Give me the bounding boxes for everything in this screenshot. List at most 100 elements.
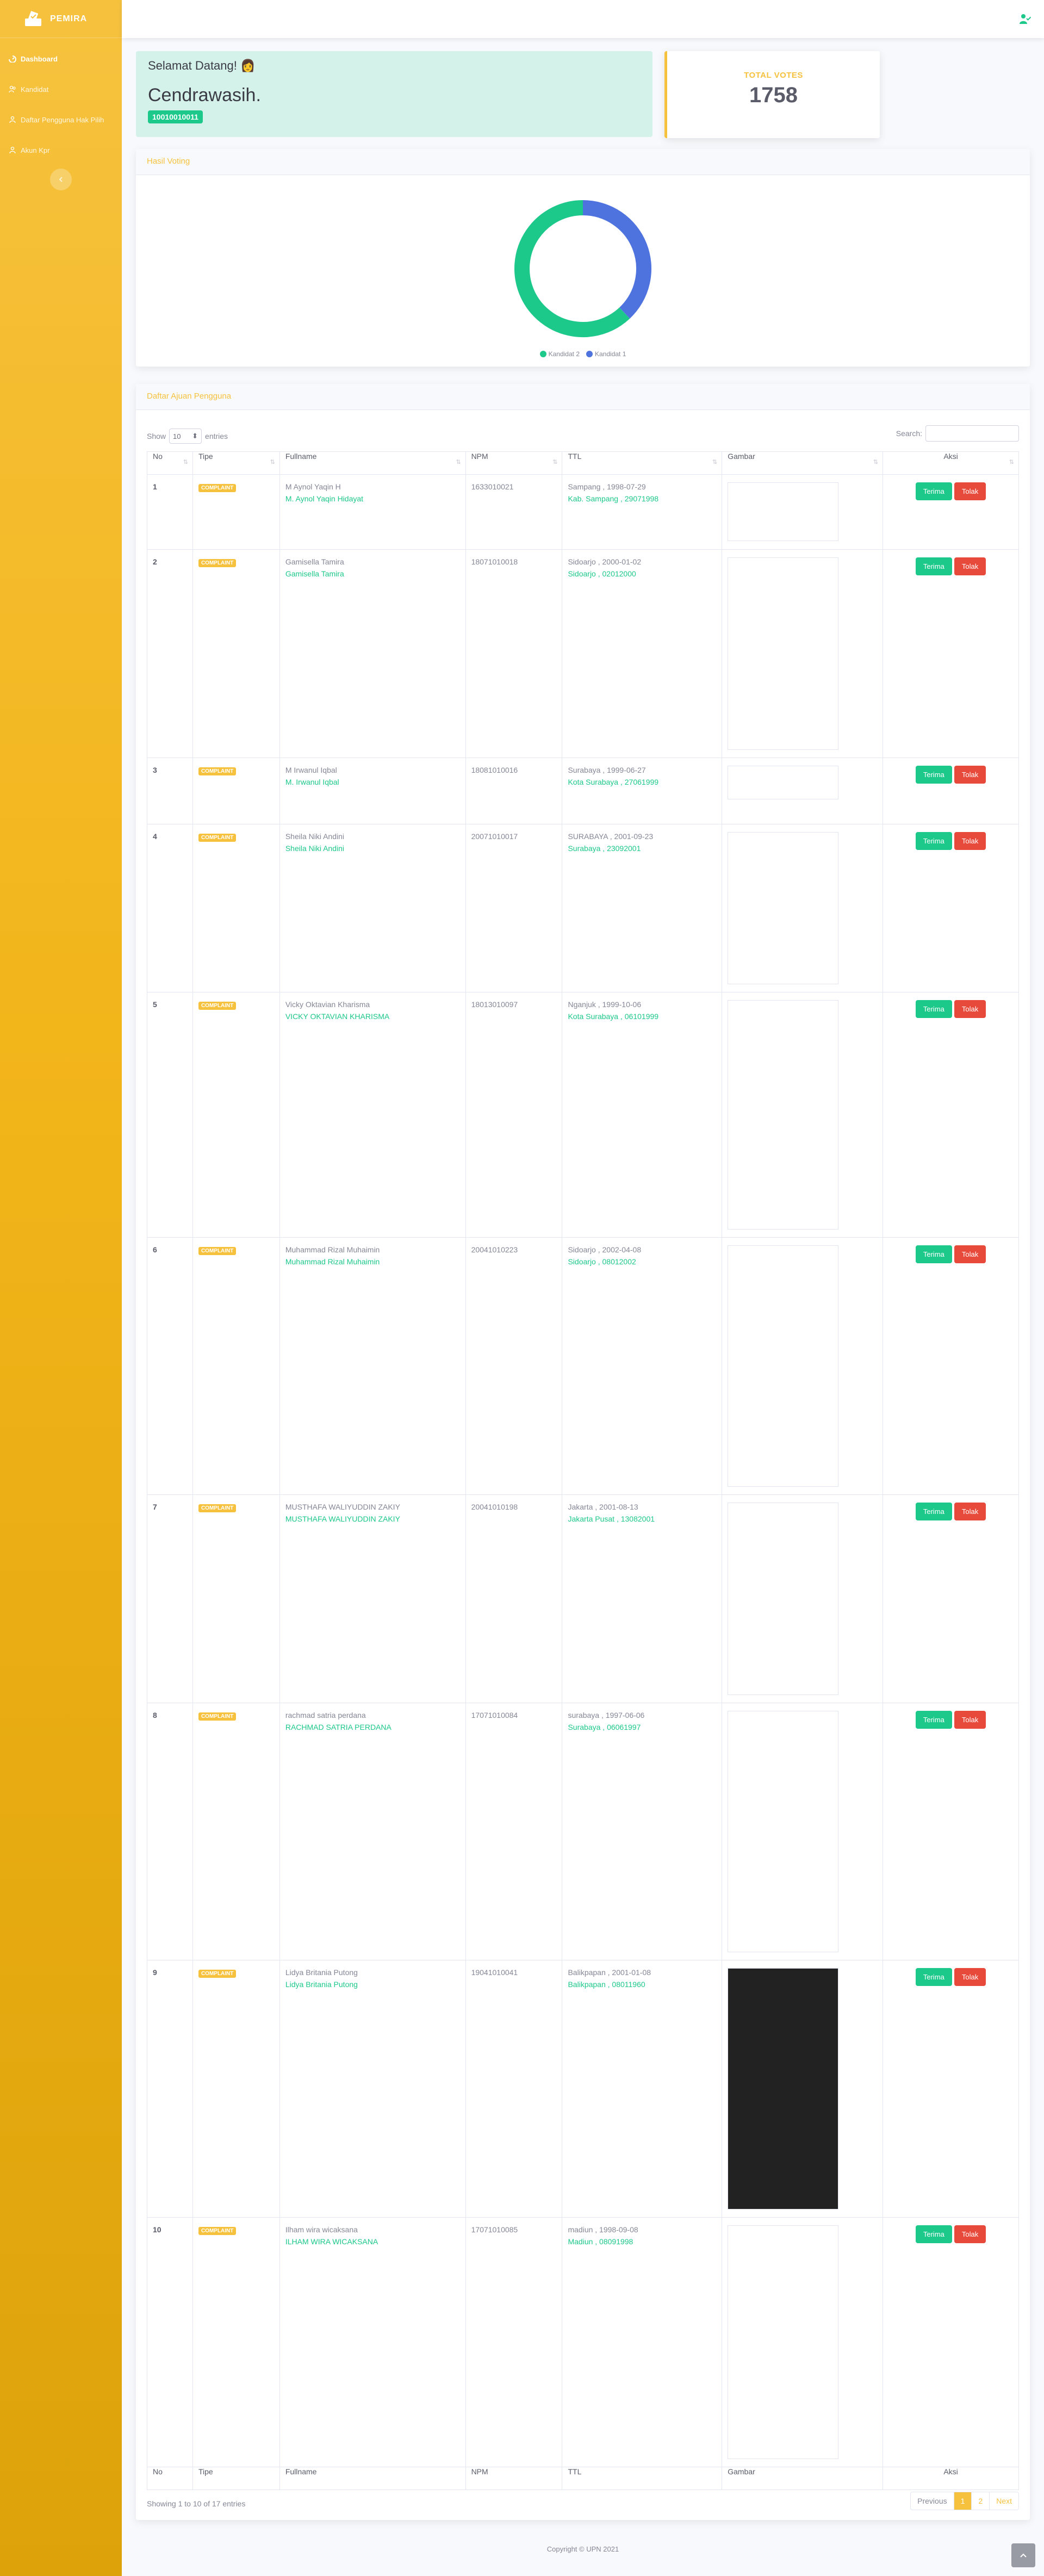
accept-button[interactable]: Terima — [915, 1503, 952, 1520]
column-footer-ttl: TTL — [562, 2467, 723, 2490]
cell-npm: 20041010223 — [465, 1237, 563, 1495]
accept-button[interactable]: Terima — [915, 1245, 952, 1263]
legend-item[interactable]: Kandidat 2 — [539, 350, 580, 358]
column-header-ttl[interactable]: TTL ⇅ — [562, 451, 723, 475]
accept-button[interactable]: Terima — [915, 766, 952, 784]
proof-image[interactable] — [728, 482, 839, 541]
reject-button[interactable]: Tolak — [954, 766, 986, 784]
proof-image[interactable] — [728, 557, 839, 750]
cell-gambar — [722, 2217, 884, 2467]
cell-no: 3 — [147, 758, 193, 824]
cell-fullname: Vicky Oktavian Kharisma VICKY OKTAVIAN KH… — [279, 992, 466, 1238]
pagination-page-2[interactable]: 2 — [972, 2492, 990, 2510]
column-footer-tipe: Tipe — [192, 2467, 280, 2490]
column-header-gambar[interactable]: Gambar ⇅ — [722, 451, 884, 475]
column-footer-no: No — [147, 2467, 193, 2490]
reject-button[interactable]: Tolak — [954, 557, 986, 575]
sidebar-item-daftar-pengguna[interactable]: Daftar Pengguna Hak Pilih — [0, 104, 122, 135]
cell-type: COMPLAINT — [192, 2217, 280, 2467]
total-votes-card: TOTAL VOTES 1758 — [664, 51, 880, 138]
proof-image[interactable] — [728, 1711, 839, 1952]
ttl-reference: Surabaya , 06061997 — [568, 1723, 641, 1731]
type-badge: COMPLAINT — [198, 559, 237, 567]
column-header-npm[interactable]: NPM ⇅ — [465, 451, 563, 475]
cell-ttl: madiun , 1998-09-08 Madiun , 08091998 — [562, 2217, 723, 2467]
user-check-icon[interactable] — [1019, 13, 1031, 25]
column-header-tipe[interactable]: Tipe ⇅ — [192, 451, 280, 475]
cell-npm: 18071010018 — [465, 549, 563, 758]
pagination-previous[interactable]: Previous — [911, 2492, 954, 2510]
accept-button[interactable]: Terima — [915, 1711, 952, 1729]
proof-image[interactable] — [728, 1245, 839, 1487]
legend-item[interactable]: Kandidat 1 — [586, 350, 626, 358]
cell-fullname: M Irwanul Iqbal M. Irwanul Iqbal — [279, 758, 466, 824]
cell-aksi: Terima Tolak — [883, 1960, 1019, 2218]
accept-button[interactable]: Terima — [915, 2225, 952, 2243]
cell-type: COMPLAINT — [192, 992, 280, 1238]
column-header-fullname[interactable]: Fullname ⇅ — [279, 451, 466, 475]
search-input[interactable] — [925, 425, 1019, 442]
pagination-page-1[interactable]: 1 — [954, 2492, 972, 2510]
sidebar-toggle-button[interactable] — [50, 169, 72, 190]
donut-slice-kandidat-1[interactable] — [582, 200, 651, 319]
column-footer-fullname: Fullname — [279, 2467, 466, 2490]
cell-ttl: SURABAYA , 2001-09-23 Surabaya , 23092001 — [562, 824, 723, 992]
sidebar-item-akun[interactable]: Akun Kpr — [0, 135, 122, 165]
pagination-next[interactable]: Next — [990, 2492, 1018, 2510]
cell-ttl: Sidoarjo , 2002-04-08 Sidoarjo , 08012002 — [562, 1237, 723, 1495]
accept-button[interactable]: Terima — [915, 1968, 952, 1986]
user-icon — [9, 146, 16, 154]
sidebar-item-kandidat[interactable]: Kandidat — [0, 74, 122, 104]
cell-aksi: Terima Tolak — [883, 549, 1019, 758]
reject-button[interactable]: Tolak — [954, 1503, 986, 1520]
cell-aksi: Terima Tolak — [883, 992, 1019, 1238]
brand[interactable]: PEMIRA — [0, 0, 122, 38]
fullname-reference: M. Irwanul Iqbal — [285, 778, 339, 786]
column-header-aksi[interactable]: Aksi ⇅ — [883, 451, 1019, 475]
scroll-to-top-button[interactable] — [1011, 2543, 1035, 2567]
proof-image[interactable] — [728, 766, 839, 799]
proof-image[interactable] — [728, 1968, 839, 2209]
accept-button[interactable]: Terima — [915, 482, 952, 500]
cell-ttl: Jakarta , 2001-08-13 Jakarta Pusat , 1308… — [562, 1494, 723, 1703]
cell-ttl: Surabaya , 1999-06-27 Kota Surabaya , 270… — [562, 758, 723, 824]
welcome-greeting: Selamat Datang! 👩 — [148, 59, 256, 72]
table-row: 5 COMPLAINT Vicky Oktavian Kharisma VICKY… — [147, 992, 1019, 1238]
reject-button[interactable]: Tolak — [954, 482, 986, 500]
proof-image[interactable] — [728, 1503, 839, 1695]
cell-type: COMPLAINT — [192, 758, 280, 824]
search-label: Search: — [896, 429, 922, 438]
proof-image[interactable] — [728, 832, 839, 984]
table-row: 7 COMPLAINT MUSTHAFA WALIYUDDIN ZAKIY MUS… — [147, 1494, 1019, 1703]
cell-fullname: Muhammad Rizal Muhaimin Muhammad Rizal Mu… — [279, 1237, 466, 1495]
proof-image[interactable] — [728, 2225, 839, 2459]
page-length-value: 10 — [173, 432, 181, 440]
cell-fullname: MUSTHAFA WALIYUDDIN ZAKIY MUSTHAFA WALIYU… — [279, 1494, 466, 1703]
legend-label: Kandidat 1 — [595, 350, 626, 358]
sort-icon: ⇅ — [552, 459, 558, 465]
chart-legend: Kandidat 2 Kandidat 1 — [136, 350, 1030, 358]
reject-button[interactable]: Tolak — [954, 1000, 986, 1018]
page-length-select[interactable]: 10 ⬍ — [169, 429, 202, 444]
show-label: Show — [147, 432, 166, 440]
sidebar-item-dashboard[interactable]: Dashboard — [0, 44, 122, 74]
fullname-reference: Lidya Britania Putong — [285, 1980, 358, 1989]
reject-button[interactable]: Tolak — [954, 832, 986, 850]
reject-button[interactable]: Tolak — [954, 2225, 986, 2243]
sort-icon: ⇅ — [270, 459, 275, 465]
table-row: 4 COMPLAINT Sheila Niki Andini Sheila Nik… — [147, 824, 1019, 992]
reject-button[interactable]: Tolak — [954, 1711, 986, 1729]
cell-gambar — [722, 1494, 884, 1703]
accept-button[interactable]: Terima — [915, 557, 952, 575]
proof-image[interactable] — [728, 1000, 839, 1230]
accept-button[interactable]: Terima — [915, 1000, 952, 1018]
reject-button[interactable]: Tolak — [954, 1245, 986, 1263]
column-footer-gambar: Gambar — [722, 2467, 884, 2490]
cell-aksi: Terima Tolak — [883, 2217, 1019, 2467]
column-header-no[interactable]: No ⇅ — [147, 451, 193, 475]
accept-button[interactable]: Terima — [915, 832, 952, 850]
sort-icon: ⇅ — [456, 459, 461, 465]
welcome-card: Selamat Datang! 👩 Cendrawasih. 100100100… — [136, 51, 652, 137]
donut-slice-kandidat-2[interactable] — [514, 200, 630, 337]
reject-button[interactable]: Tolak — [954, 1968, 986, 1986]
